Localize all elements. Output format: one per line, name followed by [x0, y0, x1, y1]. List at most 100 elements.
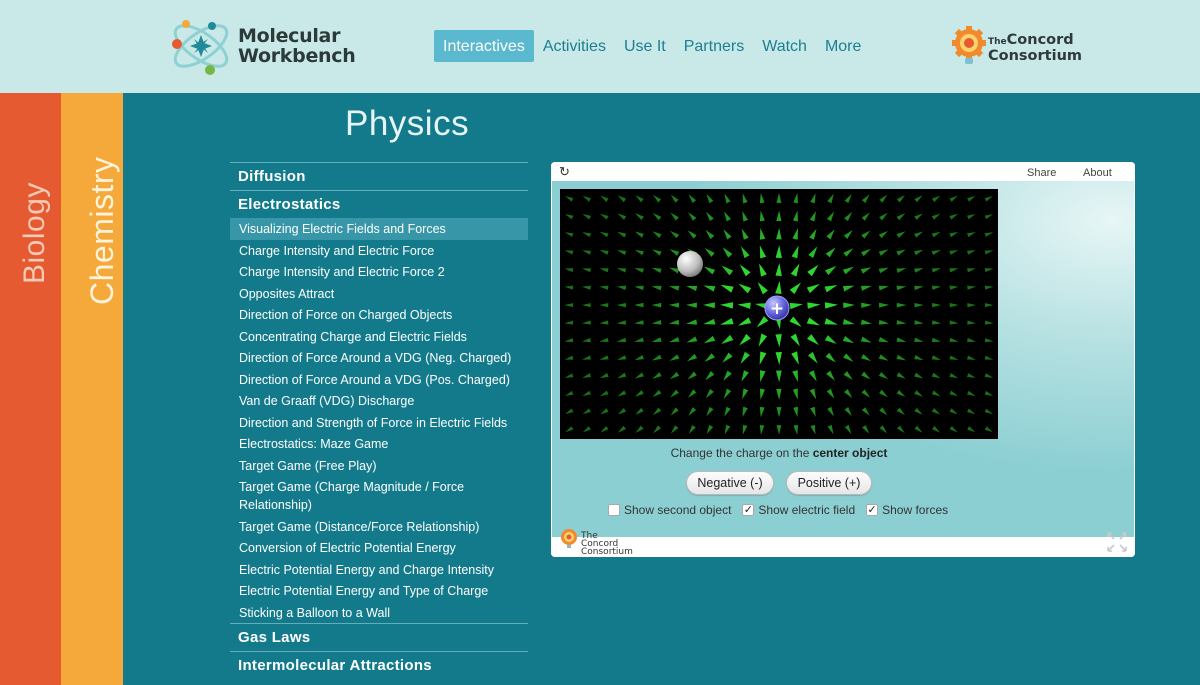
field-arrow: [792, 210, 798, 222]
field-arrow: [582, 373, 592, 378]
footer-concord-logo[interactable]: The Concord Consortium: [559, 527, 633, 557]
field-arrow: [967, 408, 976, 415]
concord-consortium-logo[interactable]: TheConcord Consortium: [952, 26, 1082, 66]
nav-watch[interactable]: Watch: [753, 30, 816, 62]
list-item[interactable]: Electric Potential Energy and Type of Ch…: [230, 580, 528, 602]
share-link[interactable]: Share: [1027, 167, 1056, 179]
field-arrow: [792, 370, 799, 383]
field-arrow: [825, 265, 837, 276]
nav-more[interactable]: More: [816, 30, 870, 62]
list-item[interactable]: Target Game (Free Play): [230, 455, 528, 477]
field-arrow: [879, 389, 888, 398]
category-gas-laws[interactable]: Gas Laws: [230, 623, 528, 651]
field-arrow: [564, 214, 574, 220]
list-item[interactable]: Charge Intensity and Electric Force 2: [230, 261, 528, 283]
field-arrow: [720, 318, 734, 325]
field-arrow: [670, 389, 679, 398]
positive-charge-button[interactable]: Positive (+): [786, 471, 872, 495]
list-item[interactable]: Visualizing Electric Fields and Forces: [230, 218, 528, 240]
list-item[interactable]: Sticking a Balloon to a Wall: [230, 602, 528, 624]
list-item[interactable]: Opposites Attract: [230, 283, 528, 305]
field-arrow: [669, 249, 680, 256]
show-electric-field-checkbox[interactable]: ✓ Show electric field: [742, 503, 855, 517]
list-item[interactable]: Target Game (Charge Magnitude / Force Re…: [230, 476, 528, 516]
field-arrow: [742, 424, 748, 435]
list-item[interactable]: Electric Potential Energy and Charge Int…: [230, 559, 528, 581]
field-arrow: [581, 338, 591, 343]
field-arrow: [582, 426, 591, 433]
checkbox-unchecked[interactable]: [608, 504, 620, 516]
list-item[interactable]: Direction of Force Around a VDG (Neg. Ch…: [230, 347, 528, 369]
field-arrow: [635, 213, 644, 221]
field-arrow: [652, 407, 662, 416]
nav-activities[interactable]: Activities: [534, 30, 615, 62]
field-arrow: [564, 373, 574, 378]
field-arrow: [896, 354, 907, 361]
field-arrow: [984, 426, 993, 433]
checkmark-icon[interactable]: ✓: [866, 504, 879, 516]
field-arrow: [775, 280, 782, 294]
field-arrow: [914, 390, 923, 397]
field-arrow: [896, 249, 906, 256]
field-arrow: [949, 213, 959, 220]
field-arrow: [651, 320, 662, 325]
nav-partners[interactable]: Partners: [675, 30, 753, 62]
list-item[interactable]: Direction of Force Around a VDG (Pos. Ch…: [230, 369, 528, 391]
field-arrow: [967, 268, 976, 273]
field-arrow: [758, 333, 768, 347]
negative-charge-button[interactable]: Negative (-): [686, 471, 774, 495]
field-arrow: [984, 268, 994, 273]
reload-icon[interactable]: ↻: [559, 164, 570, 180]
simulation-canvas[interactable]: +: [560, 189, 998, 439]
instruction-caption: Change the charge on the center object: [670, 446, 888, 460]
about-link[interactable]: About: [1083, 167, 1112, 179]
field-arrow: [949, 250, 959, 255]
list-item[interactable]: Conversion of Electric Potential Energy: [230, 537, 528, 559]
category-intermolecular-attractions[interactable]: Intermolecular Attractions: [230, 651, 528, 679]
field-arrow: [721, 265, 734, 276]
field-arrow: [984, 408, 994, 415]
biology-tab[interactable]: Biology: [0, 93, 61, 685]
field-arrow: [914, 249, 924, 256]
category-electrostatics[interactable]: Electrostatics: [230, 190, 528, 218]
field-arrow: [931, 250, 941, 255]
nav-interactives[interactable]: Interactives: [434, 30, 534, 62]
list-item[interactable]: Van de Graaff (VDG) Discharge: [230, 390, 528, 412]
field-arrow: [564, 390, 574, 396]
field-arrow: [582, 250, 592, 255]
list-item[interactable]: Electrostatics: Maze Game: [230, 433, 528, 455]
field-arrow: [806, 317, 821, 326]
show-forces-checkbox[interactable]: ✓ Show forces: [866, 503, 948, 517]
field-arrow: [652, 372, 662, 379]
field-arrow: [776, 210, 782, 222]
chemistry-tab[interactable]: Chemistry: [61, 93, 123, 685]
field-arrow: [634, 372, 644, 379]
nav-use-it[interactable]: Use It: [615, 30, 675, 62]
field-arrow: [582, 213, 592, 220]
field-arrow: [617, 425, 626, 433]
list-item[interactable]: Direction of Force on Charged Objects: [230, 304, 528, 326]
list-item[interactable]: Direction and Strength of Force in Elect…: [230, 412, 528, 434]
category-diffusion[interactable]: Diffusion: [230, 162, 528, 190]
field-arrow: [824, 318, 838, 325]
list-item[interactable]: Charge Intensity and Electric Force: [230, 240, 528, 262]
fullscreen-icon[interactable]: [1106, 531, 1128, 553]
second-object-ball[interactable]: [677, 251, 703, 277]
field-arrow: [723, 229, 732, 240]
field-arrow: [931, 268, 942, 273]
show-second-object-checkbox[interactable]: Show second object: [608, 503, 731, 517]
field-arrow: [600, 425, 609, 433]
field-arrow: [844, 211, 853, 222]
field-arrow: [599, 320, 609, 325]
field-arrow: [966, 232, 976, 238]
molecular-workbench-logo[interactable]: Molecular Workbench: [168, 12, 358, 84]
field-arrow: [844, 193, 852, 204]
field-arrow: [826, 388, 835, 399]
field-arrow: [670, 194, 679, 203]
list-item[interactable]: Target Game (Distance/Force Relationship…: [230, 516, 528, 538]
list-item[interactable]: Concentrating Charge and Electric Fields: [230, 326, 528, 348]
field-arrow: [705, 229, 715, 240]
checkmark-icon[interactable]: ✓: [742, 504, 755, 516]
interactive-footer: [551, 537, 1135, 557]
field-arrow: [789, 302, 803, 310]
